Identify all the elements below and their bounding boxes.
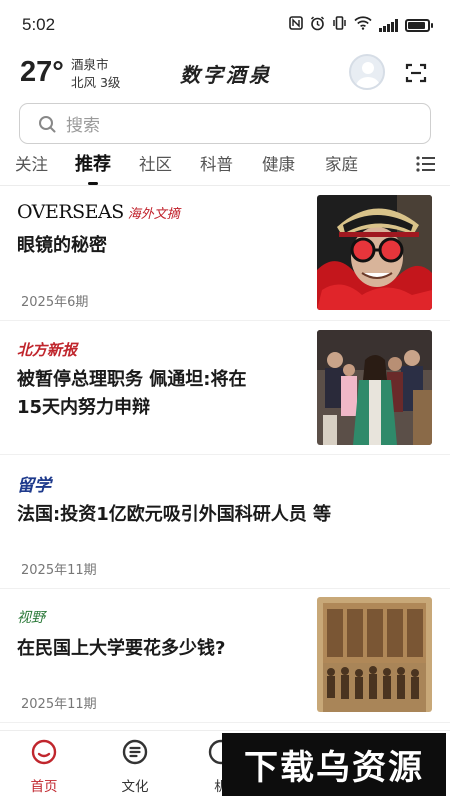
article-feed: OVERSEAS 海外文摘 眼镜的秘密 2025年6期 北方新报 被暂停总理职务… — [0, 187, 450, 727]
press-photo — [317, 330, 432, 445]
article-thumbnail[interactable] — [317, 195, 432, 310]
tab-community[interactable]: 社区 — [139, 151, 172, 175]
tab-active-indicator — [88, 182, 98, 185]
vibrate-icon — [332, 16, 347, 34]
tab-follow[interactable]: 关注 — [15, 151, 48, 175]
article-card[interactable]: 北方新报 被暂停总理职务 佩通坦:将在 15天内努力申辩 — [0, 321, 450, 455]
city-name: 酒泉市 — [71, 57, 109, 72]
article-thumbnail[interactable] — [317, 330, 432, 445]
source-name-cn: 海外文摘 — [127, 207, 180, 222]
menu-icon[interactable] — [416, 155, 436, 173]
weather-info[interactable]: 酒泉市 北风 3级 — [71, 56, 120, 92]
historic-photo — [317, 597, 432, 712]
source-logo: 视野 — [17, 607, 45, 627]
source-name: 北方新报 — [17, 341, 78, 359]
watermark: 下载乌资源 — [222, 733, 446, 796]
source-name: 视野 — [17, 610, 45, 626]
header: 27° 酒泉市 北风 3级 数字酒泉 — [0, 50, 450, 98]
signal-icon — [379, 18, 398, 32]
status-bar: 5:02 — [0, 0, 450, 50]
article-title[interactable]: 被暂停总理职务 佩通坦:将在 15天内努力申辩 — [17, 366, 246, 422]
culture-icon — [122, 739, 148, 765]
avatar[interactable] — [349, 54, 385, 90]
source-logo: 留学 — [17, 471, 51, 496]
nav-home[interactable]: 首页 — [14, 739, 74, 795]
home-icon — [31, 739, 57, 765]
status-time: 5:02 — [22, 15, 56, 34]
app-logo: 数字酒泉 — [180, 63, 272, 87]
article-issue: 2025年6期 — [21, 295, 89, 310]
alarm-icon — [310, 15, 325, 35]
article-card[interactable]: OVERSEAS 海外文摘 眼镜的秘密 2025年6期 — [0, 187, 450, 321]
tab-recommend[interactable]: 推荐 — [75, 150, 111, 176]
avatar-head — [362, 62, 374, 74]
scan-button[interactable] — [405, 62, 427, 84]
battery-icon — [405, 18, 433, 32]
avatar-body — [356, 77, 380, 88]
article-thumbnail[interactable] — [317, 597, 432, 712]
tab-science[interactable]: 科普 — [200, 151, 233, 175]
search-input[interactable]: 搜索 — [66, 111, 100, 136]
battery-fill — [408, 21, 425, 29]
source-name-en: OVERSEAS — [17, 201, 124, 223]
search-bar[interactable]: 搜索 — [19, 103, 431, 144]
article-issue: 2025年11期 — [21, 697, 97, 712]
nav-culture[interactable]: 文化 — [105, 739, 165, 795]
article-card[interactable]: 留学 法国:投资1亿欧元吸引外国科研人员 等 2025年11期 — [0, 455, 450, 589]
scan-icon — [405, 63, 427, 83]
nav-label: 文化 — [121, 779, 149, 795]
status-icons — [289, 15, 433, 35]
temperature: 27° — [20, 56, 64, 88]
article-title[interactable]: 在民国上大学要花多少钱? — [17, 635, 225, 663]
glasses-photo — [317, 195, 432, 310]
article-issue: 2025年11期 — [21, 563, 97, 578]
tab-family[interactable]: 家庭 — [325, 151, 358, 175]
category-tabs: 关注 推荐 社区 科普 健康 家庭 — [0, 146, 450, 186]
source-logo: 北方新报 — [17, 339, 77, 360]
wind-info: 北风 3级 — [71, 75, 121, 90]
search-icon — [39, 115, 56, 132]
article-card[interactable]: 视野 在民国上大学要花多少钱? 2025年11期 — [0, 589, 450, 723]
article-title[interactable]: 法国:投资1亿欧元吸引外国科研人员 等 — [17, 501, 331, 529]
source-logo: OVERSEAS 海外文摘 — [17, 201, 180, 223]
nav-label: 首页 — [30, 779, 58, 795]
article-title[interactable]: 眼镜的秘密 — [17, 232, 107, 260]
watermark-text: 下载乌资源 — [244, 748, 424, 788]
article-title-line: 被暂停总理职务 佩通坦:将在 — [17, 369, 247, 390]
article-title-line: 15天内努力申辩 — [17, 397, 151, 418]
source-name: 留学 — [17, 476, 51, 496]
nfc-icon — [289, 16, 303, 34]
tab-health[interactable]: 健康 — [262, 151, 295, 175]
wifi-icon — [354, 16, 372, 34]
